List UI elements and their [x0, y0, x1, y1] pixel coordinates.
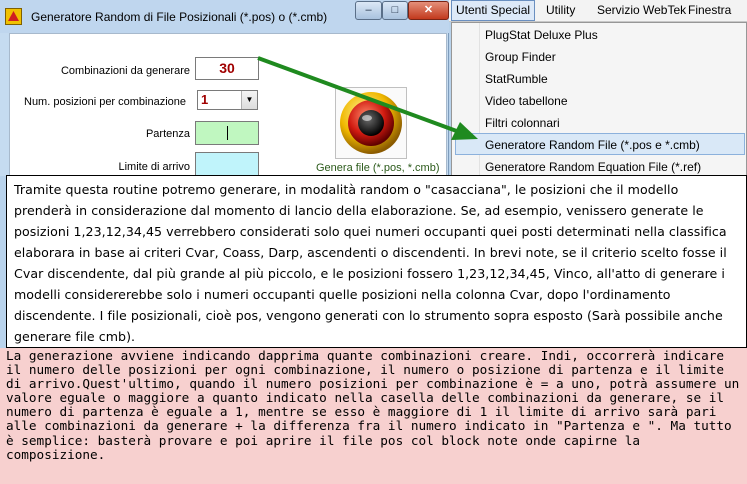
menu-item-statrumble[interactable]: StatRumble	[485, 72, 548, 86]
generate-target-icon	[340, 92, 402, 154]
generate-label: Genera file (*.pos, *.cmb)	[316, 162, 440, 174]
menu-item-generatore-equation-file[interactable]: Generatore Random Equation File (*.ref)	[485, 160, 701, 174]
minimize-button[interactable]: –	[355, 1, 382, 20]
menu-item-filtri-colonnari[interactable]: Filtri colonnari	[485, 116, 560, 130]
window-title: Generatore Random di File Posizionali (*…	[31, 10, 328, 24]
limite-label: Limite di arrivo	[118, 161, 190, 173]
menu-item-plugstat[interactable]: PlugStat Deluxe Plus	[485, 28, 598, 42]
form-area: Combinazioni da generare 30 Num. posizio…	[9, 33, 447, 176]
note-text: La generazione avviene indicando dapprim…	[6, 348, 747, 462]
partenza-label: Partenza	[145, 128, 190, 140]
description-text: Tramite questa routine potremo generare,…	[14, 182, 727, 344]
generate-button[interactable]	[335, 87, 407, 159]
menu-item-group-finder[interactable]: Group Finder	[485, 50, 556, 64]
note-panel: La generazione avviene indicando dapprim…	[0, 348, 747, 484]
menu-item-video-tabellone[interactable]: Video tabellone	[485, 94, 568, 108]
utenti-special-dropdown: PlugStat Deluxe Plus Group Finder StatRu…	[451, 22, 747, 177]
menu-utenti-special[interactable]: Utenti Special	[451, 0, 536, 21]
num-posizioni-label: Num. posizioni per combinazione	[24, 96, 187, 108]
chevron-down-icon[interactable]: ▼	[241, 91, 257, 109]
app-icon	[5, 8, 22, 25]
description-panel: Tramite questa routine potremo generare,…	[6, 175, 747, 348]
combinazioni-label: Combinazioni da generare	[60, 65, 190, 77]
num-posizioni-select[interactable]: 1 ▼	[197, 90, 258, 110]
generator-window: Generatore Random di File Posizionali (*…	[0, 0, 449, 176]
num-posizioni-value: 1	[201, 92, 209, 107]
menu-item-generatore-random-file[interactable]: Generatore Random File (*.pos e *.cmb)	[485, 138, 700, 152]
combinazioni-input[interactable]: 30	[195, 57, 259, 80]
menu-servizio-webtek[interactable]: Servizio WebTek	[593, 0, 690, 21]
text-caret	[227, 126, 228, 140]
title-bar[interactable]: Generatore Random di File Posizionali (*…	[0, 0, 449, 33]
menu-utility[interactable]: Utility	[542, 0, 579, 21]
menu-finestra[interactable]: Finestra	[684, 0, 735, 21]
partenza-input[interactable]	[195, 121, 259, 145]
menu-bar: Utenti Special Utility Servizio WebTek F…	[449, 0, 747, 22]
maximize-button[interactable]: □	[382, 1, 408, 20]
close-button[interactable]: ✕	[408, 1, 449, 20]
limite-input[interactable]	[195, 152, 259, 176]
